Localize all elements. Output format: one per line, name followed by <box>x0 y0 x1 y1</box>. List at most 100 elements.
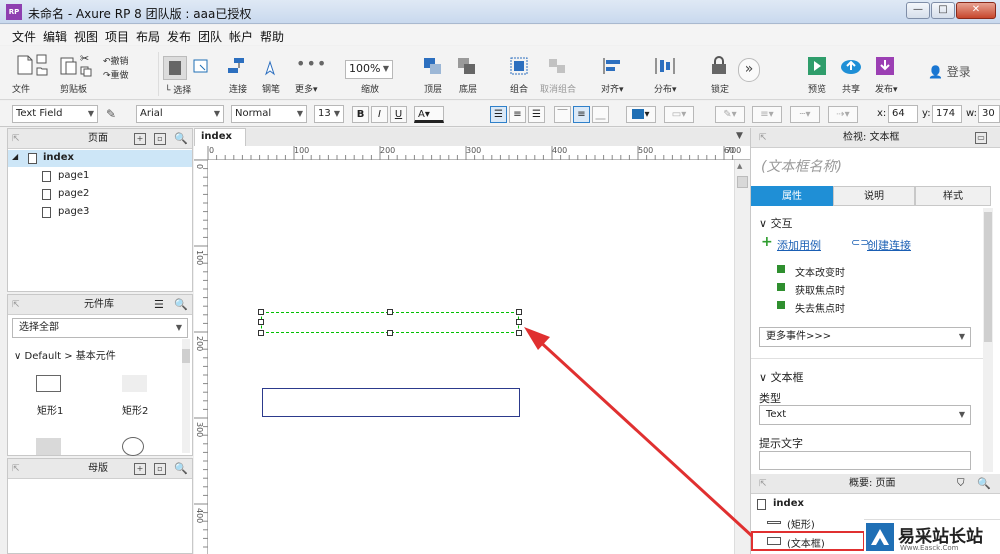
window-icon[interactable]: ▭ <box>975 132 987 144</box>
scroll-up-icon[interactable]: ▲ <box>737 162 742 170</box>
fill-color-button[interactable]: ▾ <box>626 106 656 123</box>
menu-publish[interactable]: 发布 <box>167 28 191 45</box>
tab-list-chevron-icon[interactable]: ▼ <box>736 131 743 141</box>
group-button[interactable] <box>508 56 530 79</box>
ellipse-widget[interactable] <box>122 437 144 456</box>
x-input[interactable]: 64 <box>888 105 918 123</box>
select-contain-button[interactable] <box>191 57 211 80</box>
login-button[interactable]: 👤 登录 <box>928 63 971 80</box>
page-item-page2[interactable]: page2 <box>8 186 192 203</box>
italic-button[interactable]: I <box>371 106 388 123</box>
canvas-scroll-thumb[interactable] <box>737 176 748 188</box>
library-select[interactable]: 选择全部 ▼ <box>12 318 188 338</box>
expand-toolbar-icon[interactable]: » <box>738 58 760 82</box>
panel-pin-icon[interactable]: ⇱ <box>12 459 20 479</box>
resize-handle[interactable] <box>516 330 522 336</box>
bold-button[interactable]: B <box>352 106 369 123</box>
page-item-page3[interactable]: page3 <box>8 204 192 221</box>
widget-type-select[interactable]: Text Field ▼ <box>12 105 98 123</box>
tab-notes[interactable]: 说明 <box>833 186 915 206</box>
resize-handle[interactable] <box>387 309 393 315</box>
y-input[interactable]: 174 <box>932 105 962 123</box>
rectangle1-widget[interactable] <box>36 375 61 392</box>
design-canvas[interactable] <box>208 160 734 554</box>
placeholder-widget[interactable] <box>36 438 61 455</box>
add-folder-icon[interactable]: ▫ <box>154 133 166 145</box>
menu-edit[interactable]: 编辑 <box>43 28 67 45</box>
library-scroll-thumb[interactable] <box>182 349 190 363</box>
add-master-icon[interactable]: + <box>134 463 146 475</box>
tab-properties[interactable]: 属性 <box>751 186 833 206</box>
valign-top-button[interactable]: ⎺ <box>554 106 571 123</box>
resize-handle[interactable] <box>258 330 264 336</box>
textbox-section-toggle[interactable]: ∨ 文本框 <box>759 369 804 385</box>
line-width-button[interactable]: ≡▾ <box>752 106 782 123</box>
resize-handle[interactable] <box>258 319 264 325</box>
resize-handle[interactable] <box>516 319 522 325</box>
panel-pin-icon[interactable]: ⇱ <box>759 128 767 148</box>
inspector-scroll-thumb[interactable] <box>984 212 992 342</box>
connect-button[interactable] <box>226 56 248 79</box>
search-icon[interactable]: 🔍 <box>174 129 188 149</box>
line-style-button[interactable]: ┄▾ <box>790 106 820 123</box>
share-button[interactable] <box>840 56 862 79</box>
tab-index[interactable]: index ✕ <box>194 128 246 158</box>
ungroup-button[interactable] <box>546 56 568 79</box>
search-icon[interactable]: 🔍 <box>174 295 188 315</box>
more-button[interactable]: 更多▾ <box>295 82 318 95</box>
menu-icon[interactable]: ☰ <box>154 295 164 315</box>
add-folder-icon[interactable]: ▫ <box>154 463 166 475</box>
rectangle-widget[interactable] <box>262 388 520 417</box>
arrow-style-button[interactable]: ⇢▾ <box>828 106 858 123</box>
align-left-button[interactable]: ☰ <box>490 106 507 123</box>
font-family-select[interactable]: Arial ▼ <box>136 105 224 123</box>
menu-layout[interactable]: 布局 <box>136 28 160 45</box>
collapse-icon[interactable]: ◢ <box>12 152 18 161</box>
pen-button[interactable] <box>260 56 282 79</box>
cut-icon[interactable]: ✂ <box>80 52 89 65</box>
create-link[interactable]: 创建连接 <box>867 237 911 253</box>
resize-handle[interactable] <box>516 309 522 315</box>
select-intersect-button[interactable] <box>163 56 187 80</box>
menu-team[interactable]: 团队 <box>198 28 222 45</box>
line-color-button[interactable]: ✎▾ <box>715 106 745 123</box>
valign-middle-button[interactable]: ≡ <box>573 106 590 123</box>
panel-pin-icon[interactable]: ⇱ <box>12 129 20 149</box>
w-input[interactable]: 30 <box>978 105 1000 123</box>
font-color-button[interactable]: A▾ <box>414 106 444 123</box>
inspector-scrollbar[interactable] <box>983 208 993 472</box>
menu-view[interactable]: 视图 <box>74 28 98 45</box>
interaction-section-toggle[interactable]: ∨ 交互 <box>759 215 793 231</box>
menu-project[interactable]: 项目 <box>105 28 129 45</box>
rectangle2-widget[interactable] <box>122 375 147 392</box>
undo-button[interactable]: ↶撤销 <box>103 54 129 67</box>
publish-button[interactable] <box>874 56 896 79</box>
lock-button[interactable] <box>708 55 730 78</box>
add-page-icon[interactable]: + <box>134 133 146 145</box>
style-edit-icon[interactable]: ✎ <box>106 107 116 121</box>
file-button[interactable] <box>14 55 36 78</box>
tab-style[interactable]: 样式 <box>915 186 991 206</box>
maximize-button[interactable]: □ <box>931 2 955 19</box>
search-icon[interactable]: 🔍 <box>174 459 188 479</box>
library-group-toggle[interactable]: ∨ Default > 基本元件 <box>14 347 116 362</box>
preview-button[interactable] <box>806 56 828 79</box>
resize-handle[interactable] <box>387 330 393 336</box>
widget-name-input[interactable]: (文本框名称) <box>761 156 842 176</box>
menu-help[interactable]: 帮助 <box>260 28 284 45</box>
valign-bottom-button[interactable]: ⎽ <box>592 106 609 123</box>
add-case-link[interactable]: 添加用例 <box>777 237 821 253</box>
paste-button[interactable] <box>58 55 80 78</box>
copy-icon[interactable] <box>80 66 92 80</box>
page-item-page1[interactable]: page1 <box>8 168 192 185</box>
font-size-select[interactable]: 13 ▼ <box>314 105 344 123</box>
type-select[interactable]: Text ▼ <box>759 405 971 425</box>
search-icon[interactable]: 🔍 <box>977 474 991 494</box>
underline-button[interactable]: U <box>390 106 407 123</box>
filter-icon[interactable]: ⛉ <box>957 474 965 494</box>
align-right-button[interactable]: ☰ <box>528 106 545 123</box>
bring-to-top-button[interactable] <box>422 56 444 79</box>
more-icon[interactable]: ••• <box>296 54 327 73</box>
library-scrollbar[interactable] <box>182 339 190 453</box>
close-button[interactable]: ✕ <box>956 2 996 19</box>
